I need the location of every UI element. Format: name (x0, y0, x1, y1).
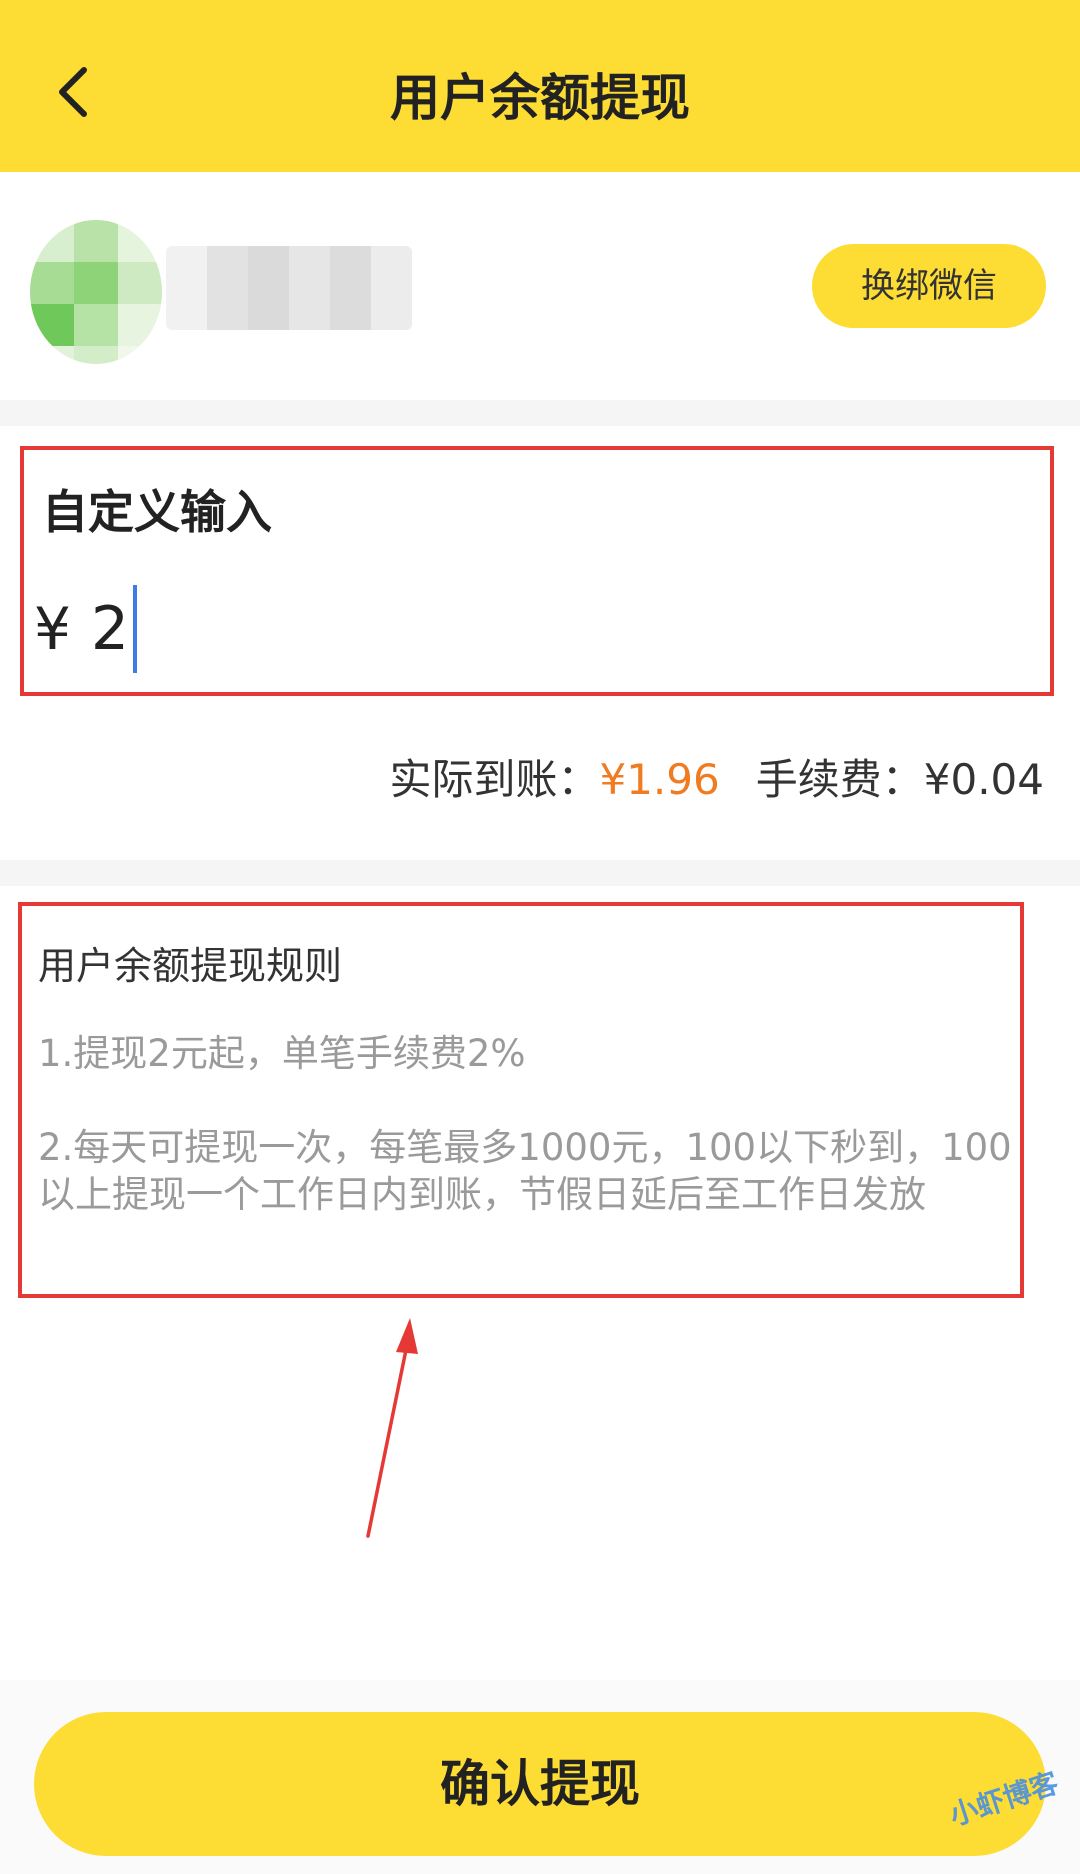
section-divider (0, 400, 1080, 426)
rule-item: 1.提现2元起，单笔手续费2% (38, 1032, 526, 1075)
header-bar: 用户余额提现 (0, 0, 1080, 172)
fee-summary: 实际到账：¥1.96 手续费：¥0.04 (389, 748, 1044, 812)
fee-value: ¥0.04 (923, 755, 1044, 804)
currency-symbol: ¥ (34, 595, 71, 663)
actual-amount-label: 实际到账： (389, 755, 600, 804)
custom-amount-section: 自定义输入 ¥ 2 (20, 446, 1054, 696)
amount-input[interactable]: ¥ 2 (34, 584, 138, 674)
amount-value[interactable]: 2 (91, 594, 129, 664)
confirm-withdraw-button[interactable]: 确认提现 (34, 1712, 1046, 1856)
rules-title: 用户余额提现规则 (38, 944, 343, 988)
rule-item: 2.每天可提现一次，每笔最多1000元，100以下秒到，100以上提现一个工作日… (38, 1126, 1012, 1216)
text-cursor (133, 585, 138, 673)
section-divider (0, 860, 1080, 886)
user-account-row: 换绑微信 (0, 172, 1080, 400)
fee-label: 手续费： (755, 755, 924, 804)
custom-amount-label: 自定义输入 (42, 485, 272, 539)
withdraw-rules-section: 用户余额提现规则 1.提现2元起，单笔手续费2% 2.每天可提现一次，每笔最多1… (18, 902, 1024, 1298)
username-blurred (166, 246, 412, 330)
page-title: 用户余额提现 (390, 69, 690, 127)
avatar (30, 220, 162, 364)
actual-amount-value: ¥1.96 (599, 755, 720, 804)
rebind-wechat-button[interactable]: 换绑微信 (812, 244, 1046, 328)
